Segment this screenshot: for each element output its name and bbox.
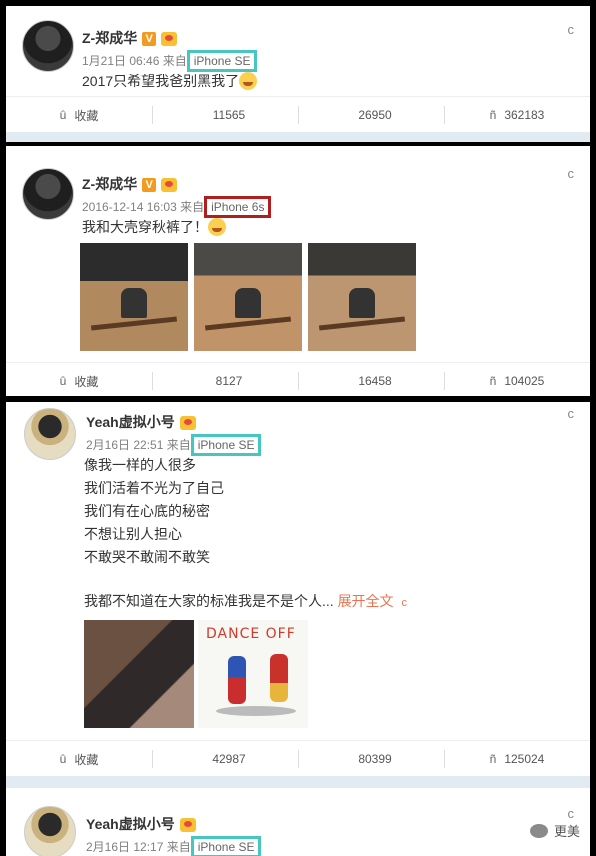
user-name[interactable]: Z-郑成华 V <box>82 28 178 48</box>
post-time[interactable]: 2月16日 22:51 <box>86 438 163 452</box>
vip-crown-icon <box>179 416 196 431</box>
favorite-button[interactable]: û 收藏 <box>6 97 152 132</box>
repost-button[interactable]: 8127 <box>152 363 298 396</box>
user-avatar[interactable] <box>22 168 74 220</box>
verified-icon: V <box>142 32 157 47</box>
user-name[interactable]: Yeah虚拟小号 <box>86 814 196 834</box>
like-button[interactable]: ñ 104025 <box>444 363 590 396</box>
watermark: 更美 <box>529 821 580 840</box>
post-text: 像我一样的人很多 我们活着不光为了自己 我们有在心底的秘密 不想让别人担心 不敢… <box>84 454 224 569</box>
like-icon: ñ <box>489 374 497 388</box>
chevron-down-icon[interactable]: c <box>568 166 575 181</box>
user-name[interactable]: Yeah虚拟小号 <box>86 412 196 432</box>
post-line: 我们活着不光为了自己 <box>84 480 224 496</box>
from-label: 来自 <box>180 200 205 214</box>
wechat-icon <box>529 824 548 838</box>
repost-button[interactable]: 42987 <box>152 741 298 776</box>
post-photo-1[interactable] <box>80 243 188 351</box>
comment-button[interactable]: 26950 <box>298 97 444 132</box>
post-card-4: Yeah虚拟小号 2月16日 12:17 来自 iPhone SE c 更美 <box>6 788 590 856</box>
post-time[interactable]: 1月21日 06:46 <box>82 54 159 68</box>
post-actions: û 收藏 8127 16458 ñ 104025 <box>6 362 590 396</box>
post-line: 不敢哭不敢闹不敢笑 <box>84 549 210 565</box>
post-line: 我们有在心底的秘密 <box>84 503 210 519</box>
from-label: 来自 <box>166 438 191 452</box>
post-photo-1[interactable] <box>84 620 194 728</box>
favorite-icon: û <box>59 374 67 388</box>
post-photo-3[interactable] <box>308 243 416 351</box>
post-text-last: 我都不知道在大家的标准我是不是个人... 展开全文 c <box>84 593 407 609</box>
laugh-emoji-icon <box>239 72 258 90</box>
post-meta: 2月16日 12:17 来自 iPhone SE <box>86 836 262 856</box>
post-time[interactable]: 2016-12-14 16:03 <box>82 200 177 214</box>
chevron-down-icon[interactable]: c <box>568 406 575 421</box>
post-actions: û 收藏 42987 80399 ñ 125024 <box>6 740 590 776</box>
post-source[interactable]: iPhone 6s <box>204 196 272 218</box>
chevron-down-icon[interactable]: c <box>568 22 575 37</box>
image-caption: DANCE OFF <box>206 626 296 642</box>
from-label: 来自 <box>166 840 191 854</box>
favorite-icon: û <box>59 108 67 122</box>
from-label: 来自 <box>162 54 187 68</box>
post-photo-2[interactable] <box>194 243 302 351</box>
post-card-3: Yeah虚拟小号 2月16日 22:51 来自 iPhone SE c 像我一样的… <box>6 402 590 776</box>
post-source[interactable]: iPhone SE <box>186 50 258 72</box>
post-source[interactable]: iPhone SE <box>190 836 262 856</box>
expand-link[interactable]: 展开全文 <box>338 593 394 609</box>
vip-crown-icon <box>179 818 196 833</box>
repost-button[interactable]: 11565 <box>152 97 298 132</box>
favorite-button[interactable]: û 收藏 <box>6 363 152 396</box>
user-name[interactable]: Z-郑成华 V <box>82 174 178 194</box>
post-meta: 2016-12-14 16:03 来自 iPhone 6s <box>82 196 272 218</box>
user-avatar[interactable] <box>24 408 76 460</box>
post-meta: 2月16日 22:51 来自 iPhone SE <box>86 434 262 456</box>
post-photo-2[interactable]: DANCE OFF <box>198 620 308 728</box>
like-button[interactable]: ñ 125024 <box>444 741 590 776</box>
comment-button[interactable]: 80399 <box>298 741 444 776</box>
post-source[interactable]: iPhone SE <box>190 434 262 456</box>
figure-left-icon <box>228 656 246 704</box>
feed-separator <box>6 132 590 142</box>
post-card-2: Z-郑成华 V 2016-12-14 16:03 来自 iPhone 6s 我和大壳… <box>6 146 590 396</box>
comment-button[interactable]: 16458 <box>298 363 444 396</box>
post-card-1: Z-郑成华 V 1月21日 06:46 来自 iPhone SE 2017只希望我爸… <box>6 6 590 132</box>
shrug-emoji-icon <box>208 218 226 236</box>
chevron-down-icon[interactable]: c <box>568 806 575 821</box>
post-text: 2017只希望我爸别黑我了 <box>82 70 258 93</box>
post-line: 像我一样的人很多 <box>84 457 196 473</box>
user-avatar[interactable] <box>24 806 76 856</box>
like-button[interactable]: ñ 362183 <box>444 97 590 132</box>
vip-crown-icon <box>161 178 178 193</box>
feed-separator <box>6 776 590 788</box>
favorite-icon: û <box>59 752 67 766</box>
post-time[interactable]: 2月16日 12:17 <box>86 840 163 854</box>
post-actions: û 收藏 11565 26950 ñ 362183 <box>6 96 590 132</box>
like-icon: ñ <box>489 752 497 766</box>
post-text: 我和大壳穿秋裤了！ <box>82 216 226 239</box>
expand-icon[interactable]: c <box>401 597 407 609</box>
shadow <box>216 706 296 716</box>
figure-right-icon <box>270 654 288 702</box>
verified-icon: V <box>142 178 157 193</box>
user-avatar[interactable] <box>22 20 74 72</box>
favorite-button[interactable]: û 收藏 <box>6 741 152 776</box>
post-line: 不想让别人担心 <box>84 526 182 542</box>
like-icon: ñ <box>489 108 497 122</box>
post-meta: 1月21日 06:46 来自 iPhone SE <box>82 50 258 72</box>
vip-crown-icon <box>161 32 178 47</box>
